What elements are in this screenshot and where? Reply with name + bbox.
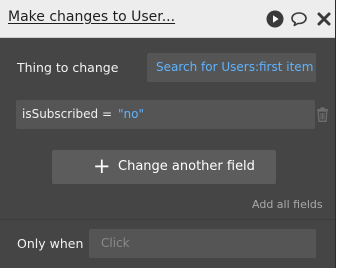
field-value[interactable]: "no"	[118, 107, 144, 121]
play-icon[interactable]	[266, 10, 284, 28]
change-another-field-button[interactable]: + Change another field	[52, 150, 276, 184]
comment-icon[interactable]	[290, 10, 308, 28]
only-when-label: Only when	[17, 236, 84, 251]
panel-title[interactable]: Make changes to User...	[8, 9, 175, 25]
only-when-placeholder[interactable]: Click	[101, 236, 130, 250]
section-divider	[0, 219, 335, 220]
field-name[interactable]: isSubscribed	[22, 107, 98, 121]
panel-header: Make changes to User...	[0, 0, 335, 38]
only-when-condition-field[interactable]: Click	[89, 229, 316, 258]
trash-icon[interactable]	[316, 107, 329, 122]
close-icon[interactable]	[315, 10, 333, 28]
add-all-fields-link[interactable]: Add all fields	[252, 198, 323, 211]
thing-to-change-label: Thing to change	[17, 60, 119, 75]
plus-icon: +	[93, 154, 111, 178]
field-operator: =	[102, 107, 113, 121]
change-another-field-label: Change another field	[118, 159, 255, 174]
thing-to-change-field[interactable]: Search for Users:first item	[147, 53, 316, 82]
thing-to-change-value[interactable]: Search for Users:first item	[156, 60, 313, 74]
field-change-row[interactable]: isSubscribed = "no"	[16, 100, 315, 129]
action-editor-panel: Make changes to User... Thing to change …	[0, 0, 336, 268]
